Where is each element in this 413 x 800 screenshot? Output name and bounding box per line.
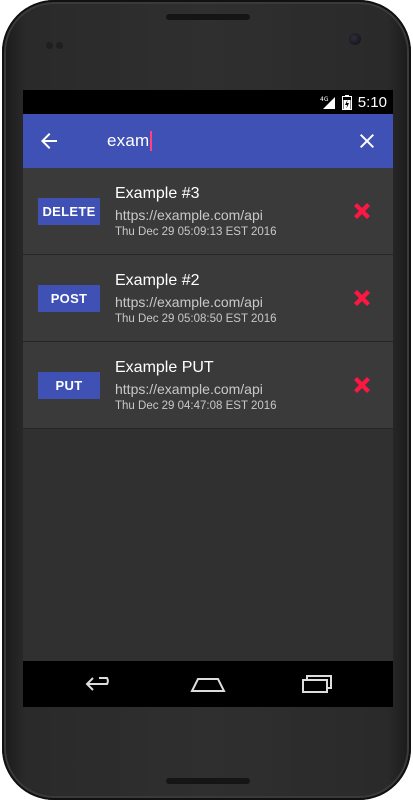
system-nav-bar — [23, 661, 393, 707]
bottom-speaker — [166, 778, 250, 784]
request-list: DELETE Example #3 https://example.com/ap… — [23, 168, 393, 429]
back-nav-icon[interactable] — [83, 670, 119, 698]
search-value: exam — [107, 131, 150, 150]
signal-icon: 4G — [320, 95, 336, 109]
delete-icon[interactable] — [351, 374, 373, 396]
arrow-left-icon[interactable] — [37, 129, 61, 153]
battery-icon — [341, 94, 352, 110]
delete-icon[interactable] — [351, 287, 373, 309]
search-app-bar: exam — [23, 114, 393, 168]
search-input[interactable]: exam — [107, 128, 327, 154]
request-url: https://example.com/api — [115, 381, 263, 397]
delete-icon[interactable] — [351, 200, 373, 222]
recents-nav-icon[interactable] — [299, 670, 335, 698]
request-title: Example PUT — [115, 359, 214, 376]
method-badge: DELETE — [38, 198, 100, 225]
method-badge: POST — [38, 285, 100, 312]
request-title: Example #3 — [115, 185, 200, 202]
request-time: Thu Dec 29 04:47:08 EST 2016 — [115, 400, 277, 412]
request-url: https://example.com/api — [115, 207, 263, 223]
network-type: 4G — [320, 96, 329, 103]
request-time: Thu Dec 29 05:09:13 EST 2016 — [115, 226, 277, 238]
request-title: Example #2 — [115, 272, 200, 289]
request-time: Thu Dec 29 05:08:50 EST 2016 — [115, 313, 277, 325]
request-url: https://example.com/api — [115, 294, 263, 310]
status-time: 5:10 — [357, 93, 387, 111]
list-item[interactable]: DELETE Example #3 https://example.com/ap… — [23, 168, 393, 255]
sensor-dots — [46, 36, 66, 49]
method-badge: PUT — [38, 372, 100, 399]
home-nav-icon[interactable] — [190, 670, 226, 698]
top-speaker — [166, 14, 250, 20]
screen: 4G 5:10 exam DELETE Example #3 https://e… — [23, 90, 393, 707]
status-bar: 4G 5:10 — [23, 90, 393, 114]
list-item[interactable]: PUT Example PUT https://example.com/api … — [23, 342, 393, 429]
close-icon[interactable] — [355, 129, 379, 153]
list-item[interactable]: POST Example #2 https://example.com/api … — [23, 255, 393, 342]
phone-frame: 4G 5:10 exam DELETE Example #3 https://e… — [2, 0, 411, 800]
text-cursor — [150, 131, 152, 151]
front-camera — [349, 33, 361, 45]
